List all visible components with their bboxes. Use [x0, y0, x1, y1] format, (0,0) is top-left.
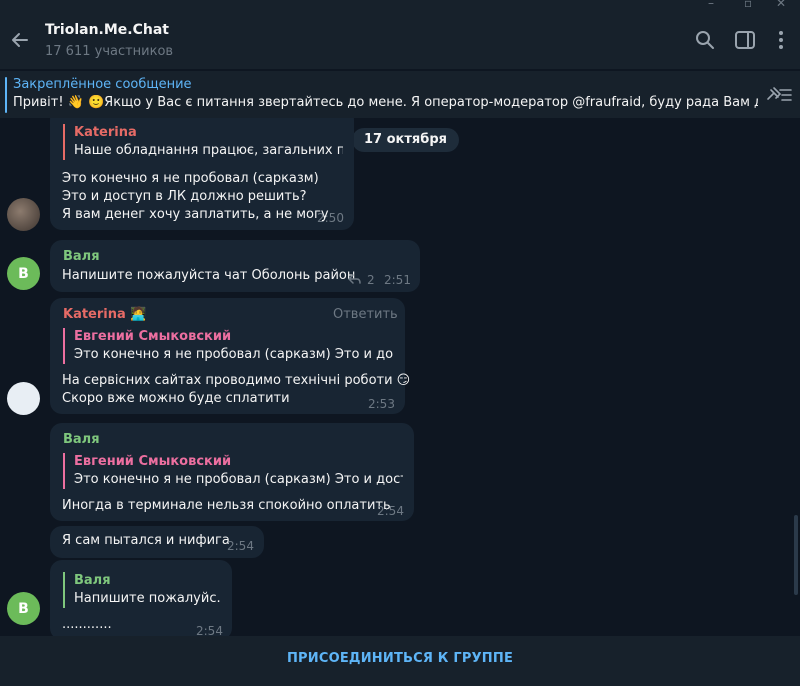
sender-name[interactable]: Валя	[63, 431, 100, 449]
message-bubble[interactable]: Валя Напишите пожалуйс... ............ 2…	[50, 560, 232, 636]
window-titlebar: – ▫ ✕	[0, 0, 800, 12]
chat-header: Triolan.Me.Chat 17 611 участников	[0, 12, 800, 69]
join-group-button[interactable]: ПРИСОЕДИНИТЬСЯ К ГРУППЕ	[0, 636, 800, 686]
reply-text: Это конечно я не пробовал (сарказм) Это …	[74, 472, 403, 487]
sender-name-text: Katerina	[63, 307, 126, 322]
pinned-text: Привіт! 👋 🙂Якщо у Вас є питання звертайт…	[13, 95, 758, 110]
chat-title[interactable]: Triolan.Me.Chat	[45, 22, 169, 38]
message-text-line: Скоро вже можно буде сплатити	[62, 391, 290, 406]
avatar[interactable]: В	[7, 257, 40, 290]
more-vertical-icon[interactable]	[770, 29, 792, 51]
message-text-line: Это конечно я не пробовал (сарказм)	[62, 171, 319, 186]
message-time: 2:50	[317, 211, 344, 225]
date-separator: 17 октября	[352, 128, 459, 152]
minimize-icon[interactable]: –	[708, 0, 714, 10]
message-text: ............	[62, 617, 112, 632]
reply-text: Это конечно я не пробовал (сарказм) Это …	[74, 347, 393, 362]
pinned-label: Закреплённое сообщение	[13, 77, 192, 92]
reply-quote[interactable]: Валя Напишите пожалуйс...	[63, 572, 221, 608]
unpin-list-icon[interactable]	[765, 85, 793, 105]
scrollbar-thumb[interactable]	[794, 515, 798, 595]
reply-author: Евгений Смыковский	[74, 454, 232, 469]
members-count: 17 611 участников	[45, 44, 174, 59]
reply-text: Наше обладнання працює, загальних п...	[74, 143, 343, 158]
reply-author: Валя	[74, 573, 111, 588]
sender-emoji-status: 🧑‍💻	[130, 307, 147, 322]
message-bubble[interactable]: Валя Напишите пожалуйста чат Оболонь рай…	[50, 240, 420, 292]
back-arrow-icon[interactable]	[8, 28, 32, 52]
message-text: Иногда в терминале нельзя спокойно оплат…	[62, 498, 391, 513]
reply-action[interactable]: Ответить	[333, 306, 398, 324]
close-icon[interactable]: ✕	[776, 0, 786, 10]
reply-count-icon[interactable]	[347, 273, 361, 285]
maximize-icon[interactable]: ▫	[744, 0, 752, 10]
avatar[interactable]	[7, 198, 40, 231]
sender-name[interactable]: Katerina 🧑‍💻	[63, 306, 147, 324]
message-bubble[interactable]: Я сам пытался и нифига 2:54	[50, 526, 264, 558]
reply-quote[interactable]: Евгений Смыковский Это конечно я не проб…	[63, 328, 393, 364]
message-text-line: Я вам денег хочу заплатить, а не могу	[62, 207, 329, 222]
message-time: 2:54	[196, 624, 223, 636]
message-text-line: Это и доступ в ЛК должно решить?	[62, 189, 307, 204]
search-icon[interactable]	[694, 29, 716, 51]
sidebar-toggle-icon[interactable]	[734, 29, 756, 51]
message-time: 2:54	[377, 504, 404, 518]
message-time: 2:51	[384, 273, 411, 287]
sender-name[interactable]: Валя	[63, 248, 100, 266]
reply-author: Katerina	[74, 125, 137, 140]
message-text: Напишите пожалуйста чат Оболонь район	[62, 268, 356, 283]
message-text-line: На сервісних сайтах проводимо технічні р…	[62, 373, 411, 388]
reply-text: Напишите пожалуйс...	[74, 591, 221, 606]
message-bubble[interactable]: Katerina Наше обладнання працює, загальн…	[50, 118, 354, 230]
reply-author: Евгений Смыковский	[74, 329, 232, 344]
message-time: 2:54	[227, 539, 254, 553]
avatar[interactable]: В	[7, 592, 40, 625]
pinned-indicator	[5, 77, 7, 113]
message-time: 2:53	[368, 397, 395, 411]
message-list[interactable]: 17 октября Katerina Наше обладнання прац…	[0, 118, 800, 636]
message-bubble[interactable]: Katerina 🧑‍💻 Ответить Евгений Смыковский…	[50, 298, 410, 414]
reply-quote[interactable]: Katerina Наше обладнання працює, загальн…	[63, 124, 343, 160]
reply-quote[interactable]: Евгений Смыковский Это конечно я не проб…	[63, 453, 403, 489]
pinned-message-bar[interactable]: Закреплённое сообщение Привіт! 👋 🙂Якщо у…	[0, 70, 800, 118]
reply-count[interactable]: 2	[367, 271, 375, 289]
avatar[interactable]	[7, 382, 40, 415]
message-text: Я сам пытался и нифига	[62, 533, 230, 548]
message-bubble[interactable]: Валя Евгений Смыковский Это конечно я не…	[50, 423, 414, 521]
